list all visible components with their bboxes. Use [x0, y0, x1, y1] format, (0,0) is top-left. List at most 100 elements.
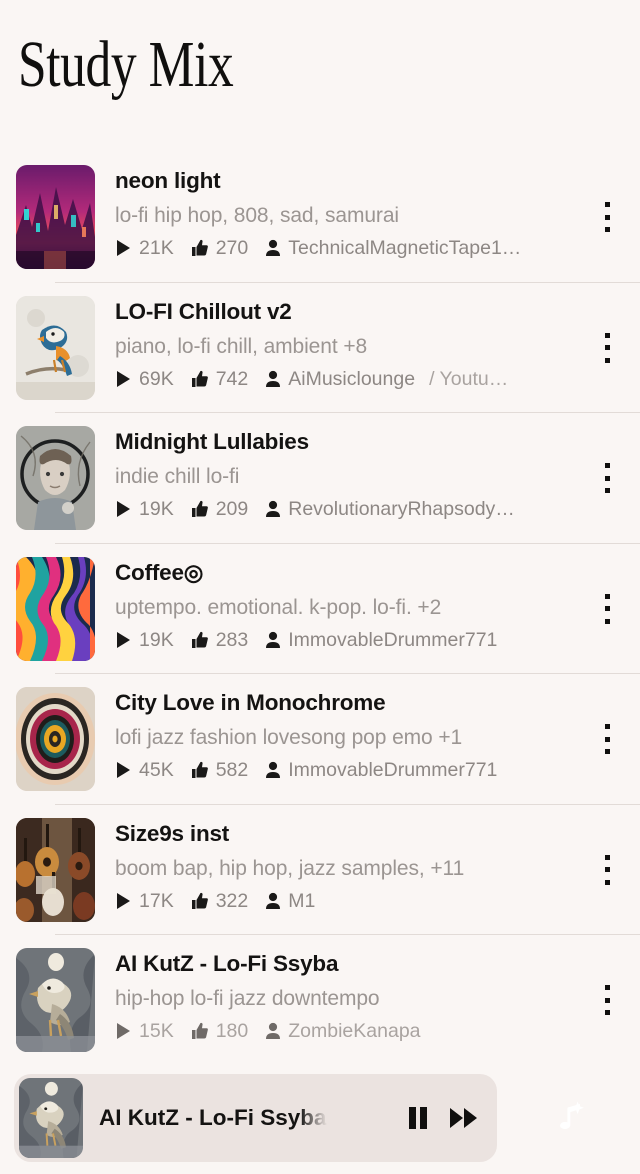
uploader-info: M1 [265, 888, 315, 914]
track-title: Coffee◎ [115, 559, 204, 585]
uploader-info: ZombieKanapa [265, 1018, 421, 1044]
pause-icon [406, 1105, 430, 1131]
track-stats: 21K 270 TechnicalMagneticTape1… [115, 235, 578, 261]
app-root: Study Mix neon light lo-fi hip hop, 808,… [0, 0, 640, 1174]
next-button[interactable] [441, 1095, 487, 1141]
person-icon [265, 761, 281, 779]
fast-forward-icon [449, 1106, 479, 1130]
like-count: 322 [191, 888, 248, 914]
uploader-info: ImmovableDrummer771 [265, 627, 497, 653]
play-count: 19K [115, 627, 174, 653]
track-row[interactable]: Midnight Lullabies indie chill lo-fi 19K… [0, 413, 640, 544]
play-icon [115, 239, 132, 257]
person-icon [265, 892, 281, 910]
play-icon [115, 500, 132, 518]
like-count: 270 [191, 235, 248, 261]
track-title: Midnight Lullabies [115, 429, 309, 454]
track-tags: indie chill lo-fi [115, 465, 240, 488]
like-count: 209 [191, 496, 248, 522]
play-count: 19K [115, 496, 174, 522]
play-icon [115, 892, 132, 910]
kebab-menu-icon[interactable] [596, 853, 618, 887]
track-tags: lo-fi hip hop, 808, sad, samurai [115, 204, 399, 227]
person-icon [265, 239, 281, 257]
track-title: City Love in Monochrome [115, 690, 386, 715]
thumbs-up-icon [191, 631, 209, 649]
play-count: 21K [115, 235, 174, 261]
kebab-menu-icon[interactable] [596, 461, 618, 495]
play-count: 17K [115, 888, 174, 914]
thumbs-up-icon [191, 239, 209, 257]
track-title: LO-FI Chillout v2 [115, 298, 292, 324]
uploader-name: RevolutionaryRhapsody… [288, 498, 515, 520]
person-icon [265, 370, 281, 388]
track-tags: boom bap, hip hop, jazz samples, +11 [115, 856, 465, 880]
like-count: 283 [191, 627, 248, 653]
uploader-info: RevolutionaryRhapsody… [265, 496, 515, 522]
music-note-sparkle-icon [543, 1095, 589, 1141]
like-count: 180 [191, 1018, 248, 1044]
play-count: 69K [115, 366, 174, 392]
pause-button[interactable] [395, 1095, 441, 1141]
track-tags: hip-hop lo-fi jazz downtempo [115, 987, 380, 1010]
track-title: AI KutZ - Lo-Fi Ssyba [115, 951, 339, 976]
track-row[interactable]: Size9s inst boom bap, hip hop, jazz samp… [0, 805, 640, 935]
track-source: / Youtu… [429, 367, 509, 390]
page-title: Study Mix [18, 28, 234, 101]
play-icon [115, 631, 132, 649]
play-count: 15K [115, 1018, 174, 1044]
uploader-name: AiMusiclounge [288, 367, 416, 390]
play-icon [115, 370, 132, 388]
track-title: neon light [115, 168, 221, 193]
uploader-name: ImmovableDrummer771 [288, 628, 498, 651]
track-stats: 15K 180 ZombieKanapa [115, 1018, 578, 1044]
uploader-name: TechnicalMagneticTape1… [288, 237, 522, 259]
kebab-menu-icon[interactable] [596, 983, 618, 1017]
mini-player[interactable]: AI KutZ - Lo-Fi Ssyba [14, 1074, 497, 1162]
now-playing-title: AI KutZ - Lo-Fi Ssyba [99, 1105, 327, 1130]
track-row[interactable]: LO-FI Chillout v2 piano, lo-fi chill, am… [0, 283, 640, 413]
uploader-info: AiMusiclounge / Youtu… [265, 366, 508, 392]
thumbs-up-icon [191, 1022, 209, 1040]
uploader-info: TechnicalMagneticTape1… [265, 235, 521, 261]
now-playing-title-wrap: AI KutZ - Lo-Fi Ssyba [99, 1102, 391, 1134]
track-row[interactable]: neon light lo-fi hip hop, 808, sad, samu… [0, 152, 640, 283]
track-row[interactable]: Coffee◎ uptempo. emotional. k-pop. lo-fi… [0, 544, 640, 674]
thumbs-up-icon [191, 500, 209, 518]
track-info: LO-FI Chillout v2 piano, lo-fi chill, am… [115, 297, 578, 392]
person-icon [265, 1022, 281, 1040]
kebab-menu-icon[interactable] [596, 592, 618, 626]
track-info: neon light lo-fi hip hop, 808, sad, samu… [115, 166, 578, 261]
uploader-info: ImmovableDrummer771 [265, 757, 497, 783]
kebab-menu-icon[interactable] [596, 200, 618, 234]
track-stats: 69K 742 AiMusiclounge / Youtu… [115, 366, 578, 392]
person-icon [265, 631, 281, 649]
track-thumbnail [16, 817, 95, 922]
create-music-fab[interactable] [513, 1067, 619, 1169]
track-info: Size9s inst boom bap, hip hop, jazz samp… [115, 819, 578, 914]
play-icon [115, 1022, 132, 1040]
thumbs-up-icon [191, 892, 209, 910]
track-stats: 19K 209 RevolutionaryRhapsody… [115, 496, 578, 522]
track-stats: 45K 582 ImmovableDrummer771 [115, 757, 578, 783]
track-stats: 19K 283 ImmovableDrummer771 [115, 627, 578, 653]
uploader-name: M1 [288, 889, 316, 912]
play-icon [115, 761, 132, 779]
thumbs-up-icon [191, 761, 209, 779]
track-thumbnail [16, 165, 95, 269]
thumbs-up-icon [191, 370, 209, 388]
track-thumbnail [16, 687, 95, 791]
person-icon [265, 500, 281, 518]
track-tags: uptempo. emotional. k-pop. lo-fi. +2 [115, 595, 442, 619]
track-row[interactable]: AI KutZ - Lo-Fi Ssyba hip-hop lo-fi jazz… [0, 935, 640, 1066]
track-thumbnail [16, 948, 95, 1052]
play-count: 45K [115, 757, 174, 783]
track-tags: lofi jazz fashion lovesong pop emo +1 [115, 726, 463, 749]
track-thumbnail [16, 426, 95, 530]
kebab-menu-icon[interactable] [596, 331, 618, 365]
track-info: Midnight Lullabies indie chill lo-fi 19K… [115, 427, 578, 522]
track-thumbnail [16, 295, 95, 400]
track-row[interactable]: City Love in Monochrome lofi jazz fashio… [0, 674, 640, 805]
uploader-name: ImmovableDrummer771 [288, 759, 498, 781]
kebab-menu-icon[interactable] [596, 722, 618, 756]
